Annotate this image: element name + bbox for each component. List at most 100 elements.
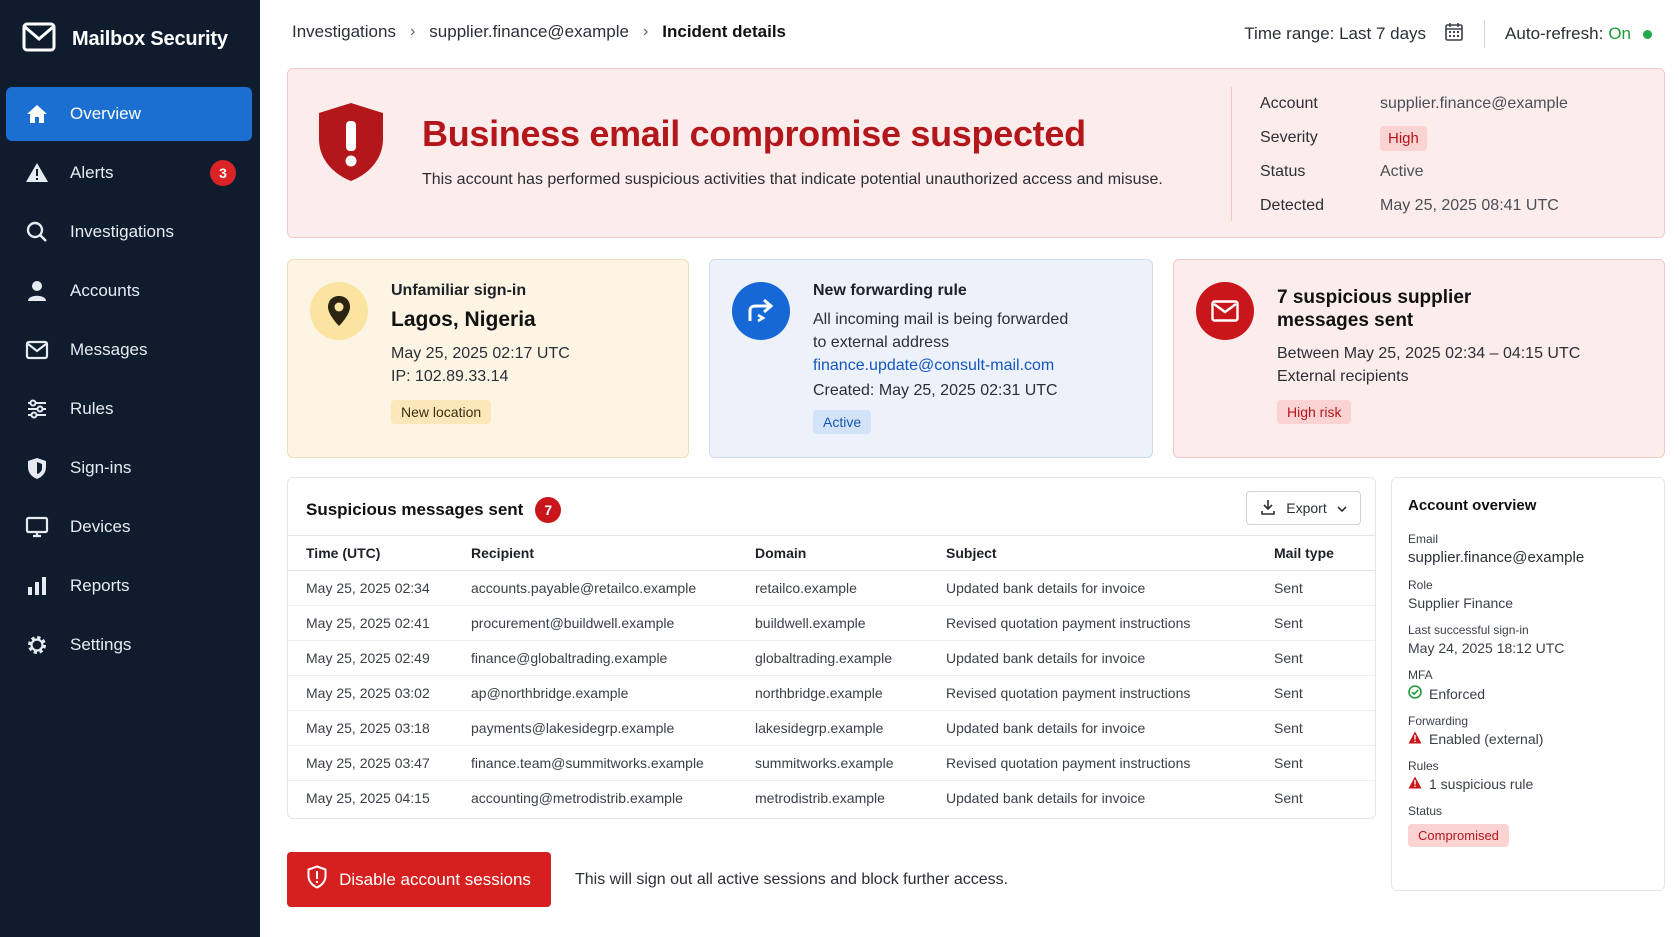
sidebar-item-label: Sign-ins [70,458,132,477]
table-row[interactable]: May 25, 2025 04:15 accounting@metrodistr… [288,781,1375,816]
shield-icon [24,455,50,481]
brand[interactable]: Mailbox Security [22,22,228,57]
panel-title-text: Suspicious messages sent [306,500,524,519]
suspicious-messages-card[interactable]: 7 suspicious supplier messages sent Betw… [1173,259,1665,458]
column-header-subject[interactable]: Subject [946,535,1274,571]
sidebar-item-label: Messages [70,340,148,359]
cell-mail-type: Sent [1274,640,1375,676]
cell-recipient: ap@northbridge.example [471,675,755,711]
user-icon [24,278,50,304]
chevron-right-icon: › [409,23,416,40]
cell-time: May 25, 2025 03:02 [288,675,471,711]
sidebar-item-devices[interactable]: Devices [6,500,252,554]
sidebar-item-label: Investigations [70,222,174,241]
disable-sessions-note: This will sign out all active sessions a… [575,871,1009,888]
meta-label: Severity [1260,129,1318,146]
cell-recipient: payments@lakesidegrp.example [471,710,755,746]
field-label: Forwarding [1408,714,1469,728]
field-value-row: Enforced [1408,685,1652,702]
calendar-icon[interactable] [1444,22,1464,47]
table-row[interactable]: May 25, 2025 02:34 accounts.payable@reta… [288,570,1375,606]
table-row[interactable]: May 25, 2025 02:49 finance@globaltrading… [288,640,1375,676]
signin-card[interactable]: Unfamiliar sign-in Lagos, Nigeria May 25… [287,259,689,458]
signin-ip: IP: 102.89.33.14 [391,368,509,385]
field-label: Last successful sign-in [1408,623,1529,637]
cell-mail-type: Sent [1274,675,1375,711]
sidebar-item-messages[interactable]: Messages [6,323,252,377]
status-dot-icon [1643,29,1652,39]
incident-banner: Business email compromise suspected This… [287,68,1665,238]
field-value: supplier.finance@example [1408,549,1585,566]
sidebar-item-rules[interactable]: Rules [6,382,252,436]
column-header-recipient[interactable]: Recipient [471,535,755,571]
column-header-mail-type[interactable]: Mail type [1274,535,1375,571]
sidebar-item-accounts[interactable]: Accounts [6,264,252,318]
sidebar-item-reports[interactable]: Reports [6,559,252,613]
shield-alert-icon [316,101,386,188]
account-overview-panel: Account overview Email supplier.finance@… [1391,477,1665,891]
messages-range: Between May 25, 2025 02:34 – 04:15 UTC [1277,345,1581,362]
sidebar-item-investigations[interactable]: Investigations [6,205,252,259]
breadcrumb-current: Incident details [662,22,787,41]
table-row[interactable]: May 25, 2025 03:47 finance.team@summitwo… [288,745,1375,781]
cell-recipient: procurement@buildwell.example [471,605,755,641]
table-row[interactable]: May 25, 2025 03:02 ap@northbridge.exampl… [288,675,1375,711]
export-button[interactable]: Export [1246,491,1361,525]
warning-icon [1408,731,1422,747]
account-email: Email supplier.finance@example [1408,532,1652,566]
top-controls: Time range: Last 7 days Auto-refresh: On [1244,20,1652,48]
messages-table: Time (UTC) Recipient Domain Subject Mail… [288,535,1375,816]
forwarding-address-link[interactable]: finance.update@consult-mail.com [813,354,1136,377]
export-label: Export [1286,500,1327,516]
account-role: Role Supplier Finance [1408,578,1652,611]
incident-title: Business email compromise suspected [422,113,1086,154]
sidebar-item-alerts[interactable]: Alerts 3 [6,146,252,200]
breadcrumb-investigations[interactable]: Investigations [292,22,396,42]
field-value: Enabled (external) [1429,731,1544,747]
sidebar-item-sign-ins[interactable]: Sign-ins [6,441,252,495]
meta-label: Status [1260,163,1306,180]
table-row[interactable]: May 25, 2025 03:18 payments@lakesidegrp.… [288,710,1375,746]
cell-mail-type: Sent [1274,570,1375,606]
column-header-domain[interactable]: Domain [755,535,946,571]
cell-subject: Updated bank details for invoice [946,570,1274,606]
suspicious-messages-panel: Suspicious messages sent 7 Export Time (… [287,477,1376,819]
sidebar-item-overview[interactable]: Overview [6,87,252,141]
warning-icon [1408,776,1422,792]
signin-location: Lagos, Nigeria [391,308,536,331]
gear-icon [24,632,50,658]
disable-sessions-button[interactable]: Disable account sessions [287,852,551,907]
mail-icon [1196,282,1254,340]
sidebar-item-label: Settings [70,635,132,654]
meta-detected: Detected May 25, 2025 08:41 UTC [1260,189,1651,223]
table-row[interactable]: May 25, 2025 02:41 procurement@buildwell… [288,605,1375,641]
cell-subject: Updated bank details for invoice [946,710,1274,746]
forwarding-created: Created: May 25, 2025 02:31 UTC [813,382,1058,399]
breadcrumb-account[interactable]: supplier.finance@example [429,22,629,42]
sliders-icon [24,396,50,422]
sidebar-item-settings[interactable]: Settings [6,618,252,672]
home-icon [24,101,50,127]
account-overview-list: Email supplier.finance@example Role Supp… [1408,532,1652,859]
cell-recipient: accounts.payable@retailco.example [471,570,755,606]
meta-severity: Severity High [1260,121,1651,155]
account-status: Status Compromised [1408,804,1652,847]
field-label: MFA [1408,668,1433,682]
sidebar-nav: Overview Alerts 3 Investigations Account… [6,87,252,677]
auto-refresh-toggle[interactable]: On [1608,24,1631,44]
cell-time: May 25, 2025 03:18 [288,710,471,746]
column-header-time[interactable]: Time (UTC) [288,535,471,571]
account-rules: Rules 1 suspicious rule [1408,759,1652,792]
field-value: May 24, 2025 18:12 UTC [1408,640,1565,656]
cell-recipient: finance.team@summitworks.example [471,745,755,781]
cell-time: May 25, 2025 02:49 [288,640,471,676]
card-label: New forwarding rule [813,282,967,299]
forwarding-card[interactable]: New forwarding rule All incoming mail is… [709,259,1153,458]
field-value: Supplier Finance [1408,595,1514,611]
messages-card-title: 7 suspicious supplier messages sent [1277,286,1648,332]
title-line-1: 7 suspicious supplier [1277,287,1472,308]
cell-mail-type: Sent [1274,710,1375,746]
meta-label: Detected [1260,197,1325,214]
meta-account: Account supplier.finance@example [1260,87,1651,121]
time-range-selector[interactable]: Time range: Last 7 days [1244,24,1426,44]
